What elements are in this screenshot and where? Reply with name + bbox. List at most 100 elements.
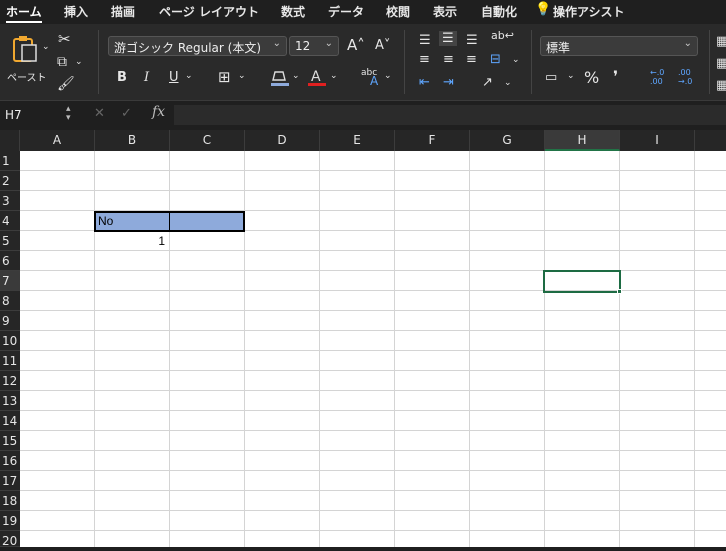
wrap-text-icon[interactable]: ab↩: [491, 29, 514, 42]
row-header-16[interactable]: 16: [0, 451, 20, 471]
row-header-7[interactable]: 7: [0, 271, 20, 291]
align-middle-icon[interactable]: ☰: [439, 31, 457, 46]
align-center-icon[interactable]: ≡: [443, 52, 454, 67]
cut-icon[interactable]: ✂: [58, 30, 71, 48]
font-size-dropdown[interactable]: 12 ⌄: [289, 36, 339, 56]
phonetic-a-icon[interactable]: A: [370, 74, 378, 88]
fill-color-icon[interactable]: [270, 68, 292, 88]
row-header-10[interactable]: 10: [0, 331, 20, 351]
merge-dropdown-chevron[interactable]: ⌄: [512, 55, 520, 65]
column-header-h[interactable]: H: [545, 130, 620, 151]
row-header-6[interactable]: 6: [0, 251, 20, 271]
percent-button[interactable]: %: [584, 68, 599, 87]
spreadsheet-grid[interactable]: A B C D E F G H I 1 2 3 4 5 6 7 8 9 10 1…: [0, 130, 726, 548]
tab-tell-me[interactable]: 操作アシスト: [553, 3, 625, 20]
row-header-4[interactable]: 4: [0, 211, 20, 231]
enter-icon[interactable]: ✓: [121, 106, 132, 121]
font-color-icon[interactable]: A: [307, 68, 329, 88]
row-header-15[interactable]: 15: [0, 431, 20, 451]
decrease-font-icon[interactable]: A˅: [375, 38, 390, 53]
underline-dropdown-chevron[interactable]: ⌄: [185, 71, 193, 81]
cell-border: [169, 211, 170, 232]
format-painter-icon[interactable]: 🖌: [57, 76, 75, 92]
paste-icon[interactable]: [10, 35, 42, 63]
borders-dropdown-chevron[interactable]: ⌄: [238, 71, 246, 81]
column-header-j[interactable]: [695, 130, 726, 151]
tab-data[interactable]: データ: [328, 3, 364, 20]
column-header-f[interactable]: F: [395, 130, 470, 151]
row-header-2[interactable]: 2: [0, 171, 20, 191]
lightbulb-icon[interactable]: 💡: [535, 2, 551, 17]
tab-formulas[interactable]: 数式: [281, 3, 305, 20]
tab-home[interactable]: ホーム: [6, 3, 42, 20]
tab-page-layout[interactable]: ページ レイアウト: [159, 3, 259, 20]
format-table-icon[interactable]: ▦: [716, 56, 726, 71]
row-header-19[interactable]: 19: [0, 511, 20, 531]
row-header-11[interactable]: 11: [0, 351, 20, 371]
row-header-17[interactable]: 17: [0, 471, 20, 491]
align-right-icon[interactable]: ≡: [466, 52, 477, 67]
conditional-format-icon[interactable]: ▦: [716, 34, 726, 49]
underline-button[interactable]: U: [169, 70, 179, 85]
merge-center-icon[interactable]: ⊟: [490, 52, 501, 67]
orientation-icon[interactable]: ↗: [482, 75, 493, 90]
font-name-dropdown[interactable]: 游ゴシック Regular (本文) ⌄: [108, 36, 287, 56]
paste-label[interactable]: ペースト: [7, 69, 47, 84]
italic-button[interactable]: I: [144, 70, 149, 85]
bold-button[interactable]: B: [117, 70, 127, 85]
formula-input[interactable]: [174, 105, 726, 125]
cell-b4[interactable]: No: [98, 214, 113, 230]
row-header-9[interactable]: 9: [0, 311, 20, 331]
column-header-c[interactable]: C: [170, 130, 245, 151]
increase-indent-icon[interactable]: ⇥: [443, 75, 454, 90]
currency-icon[interactable]: ▭: [545, 70, 557, 85]
row-header-18[interactable]: 18: [0, 491, 20, 511]
copy-icon[interactable]: ⧉: [57, 54, 67, 70]
phonetic-dropdown-chevron[interactable]: ⌄: [384, 71, 392, 81]
select-all-corner[interactable]: [0, 130, 20, 151]
column-header-i[interactable]: I: [620, 130, 695, 151]
paste-dropdown-chevron[interactable]: ⌄: [42, 42, 50, 52]
column-header-e[interactable]: E: [320, 130, 395, 151]
column-header-d[interactable]: D: [245, 130, 320, 151]
row-header-5[interactable]: 5: [0, 231, 20, 251]
copy-dropdown-chevron[interactable]: ⌄: [75, 57, 83, 67]
active-cell-h7[interactable]: [543, 270, 621, 293]
row-header-1[interactable]: 1: [0, 151, 20, 171]
increase-font-icon[interactable]: A˄: [347, 36, 365, 54]
tab-automate[interactable]: 自動化: [481, 3, 517, 20]
tab-draw[interactable]: 描画: [111, 3, 135, 20]
row-header-13[interactable]: 13: [0, 391, 20, 411]
borders-icon[interactable]: ⊞: [218, 68, 231, 86]
fill-color-dropdown-chevron[interactable]: ⌄: [292, 71, 300, 81]
increase-decimal-button[interactable]: ←.0 .00: [650, 68, 668, 86]
fill-handle[interactable]: [617, 289, 622, 294]
row-header-3[interactable]: 3: [0, 191, 20, 211]
column-header-a[interactable]: A: [20, 130, 95, 151]
font-color-dropdown-chevron[interactable]: ⌄: [330, 71, 338, 81]
cell-b5[interactable]: 1: [95, 234, 165, 250]
tab-insert[interactable]: 挿入: [64, 3, 88, 20]
tab-review[interactable]: 校閲: [386, 3, 410, 20]
name-box-stepper-icon[interactable]: ▴ ▾: [66, 105, 71, 123]
align-bottom-icon[interactable]: ☰: [466, 33, 478, 48]
align-top-icon[interactable]: ☰: [419, 33, 431, 48]
orientation-dropdown-chevron[interactable]: ⌄: [504, 78, 512, 88]
row-header-14[interactable]: 14: [0, 411, 20, 431]
comma-button[interactable]: ❜: [613, 67, 618, 86]
cell-styles-icon[interactable]: ▦: [716, 78, 726, 93]
column-header-b[interactable]: B: [95, 130, 170, 151]
column-header-g[interactable]: G: [470, 130, 545, 151]
tab-view[interactable]: 表示: [433, 3, 457, 20]
name-box[interactable]: H7 ▴ ▾: [0, 105, 80, 126]
row-header-12[interactable]: 12: [0, 371, 20, 391]
row-header-8[interactable]: 8: [0, 291, 20, 311]
number-format-dropdown[interactable]: 標準 ⌄: [540, 36, 698, 56]
align-left-icon[interactable]: ≡: [419, 52, 430, 67]
row-header-20[interactable]: 20: [0, 531, 20, 548]
insert-function-button[interactable]: fx: [152, 104, 165, 120]
decrease-decimal-button[interactable]: .00 →.0: [678, 68, 696, 86]
cancel-icon[interactable]: ✕: [94, 106, 105, 121]
currency-dropdown-chevron[interactable]: ⌄: [567, 71, 575, 81]
decrease-indent-icon[interactable]: ⇤: [419, 75, 430, 90]
